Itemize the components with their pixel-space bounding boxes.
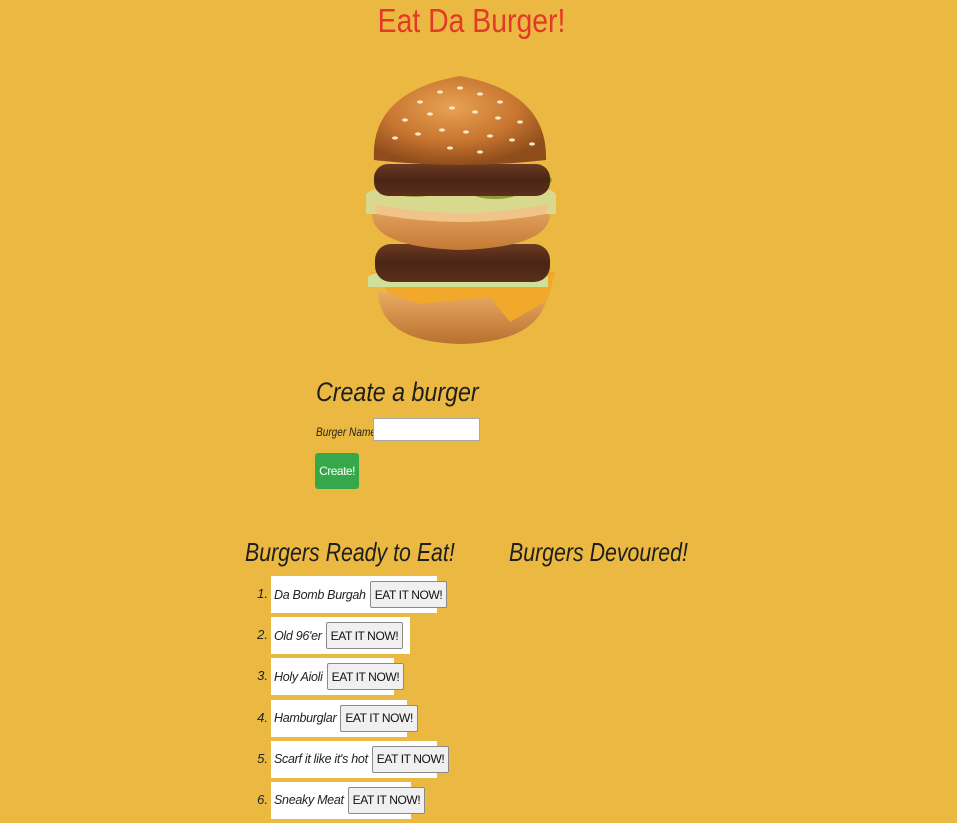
burger-name-label: Burger Name: [316, 425, 379, 439]
eat-it-now-button[interactable]: EAT IT NOW! [347, 786, 426, 814]
list-item-number: 2. [257, 627, 268, 643]
burger-name: Sneaky Meat [274, 793, 344, 808]
create-burger-heading: Create a burger [316, 377, 479, 407]
list-item-number: 3. [257, 668, 268, 684]
burger-card: Holy Aioli EAT IT NOW! [271, 658, 405, 696]
burger-name: Holy Aioli [274, 669, 323, 684]
burger-name: Old 96'er [274, 628, 322, 643]
burger-image [366, 76, 556, 344]
burger-name: Da Bomb Burgah [274, 587, 366, 602]
burger-name: Scarf it like it's hot [274, 752, 368, 767]
eat-it-now-button[interactable]: EAT IT NOW! [371, 745, 450, 773]
eat-it-now-button[interactable]: EAT IT NOW! [369, 581, 448, 608]
list-item-number: 5. [257, 750, 268, 766]
create-button[interactable]: Create! [315, 453, 359, 489]
list-item-number: 1. [257, 586, 268, 601]
burger-card: Old 96'er EAT IT NOW! [271, 617, 410, 655]
burger-name: Hamburglar [274, 711, 337, 726]
burger-card: Sneaky Meat EAT IT NOW! [271, 781, 426, 819]
list-item-number: 4. [257, 709, 268, 725]
ready-to-eat-heading: Burgers Ready to Eat! [245, 537, 455, 567]
burger-card: Da Bomb Burgah EAT IT NOW! [271, 576, 448, 613]
eat-it-now-button[interactable]: EAT IT NOW! [326, 663, 405, 691]
page-title: Eat Da Burger! [377, 2, 566, 39]
burger-name-input[interactable] [373, 418, 480, 441]
burger-card: Hamburglar EAT IT NOW! [271, 699, 418, 737]
list-item-number: 6. [257, 791, 268, 807]
eat-it-now-button[interactable]: EAT IT NOW! [340, 704, 418, 732]
burger-card: Scarf it like it's hot EAT IT NOW! [271, 740, 450, 778]
devoured-heading: Burgers Devoured! [509, 537, 688, 567]
eat-it-now-button[interactable]: EAT IT NOW! [325, 622, 404, 650]
